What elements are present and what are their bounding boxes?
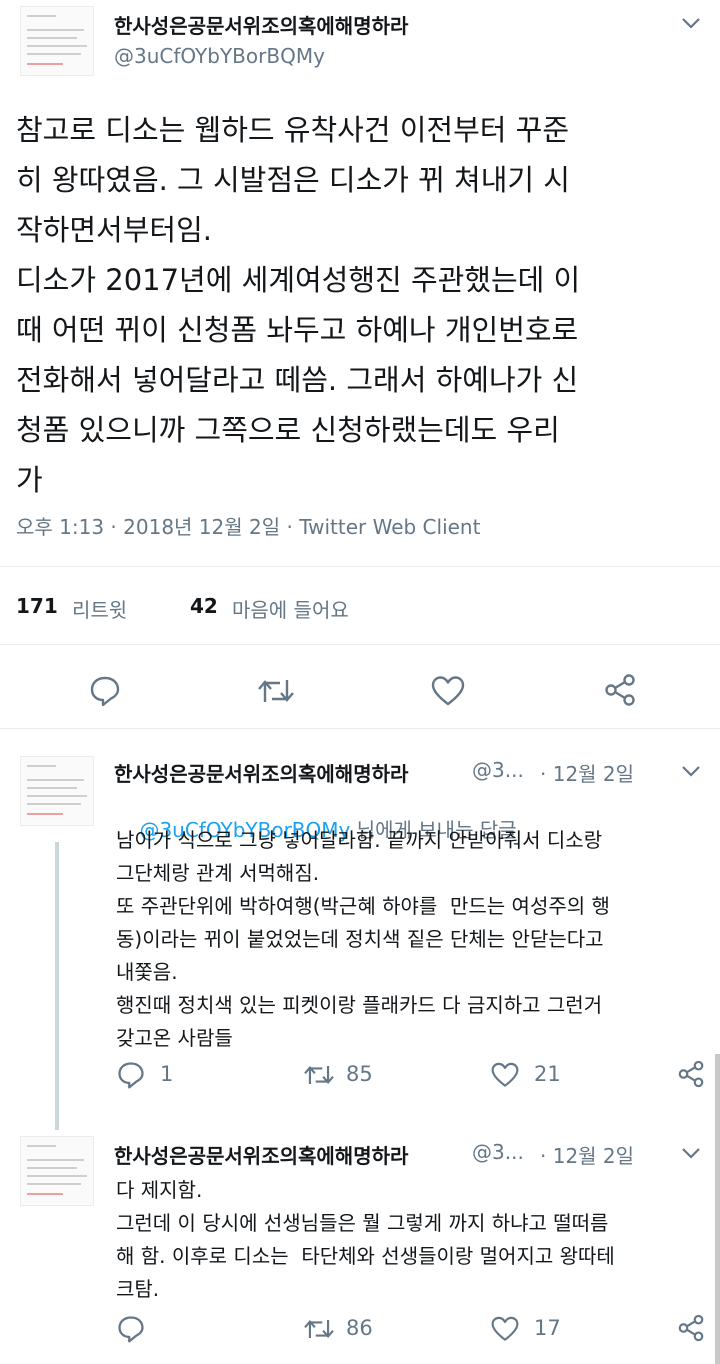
tweet-line: 때 어떤 뀌이 신청폼 놔두고 하예나 개인번호로 xyxy=(16,313,579,347)
divider xyxy=(0,728,720,729)
tweet-line: 작하면서부터임. xyxy=(16,213,212,247)
scrollbar[interactable] xyxy=(715,1054,720,1364)
avatar[interactable] xyxy=(20,756,94,826)
reply-count: 1 xyxy=(160,1062,174,1086)
tweet-line: 또 주관단위에 박하여행(박근혜 하야를 만드는 여성주의 행 xyxy=(116,894,610,918)
chevron-down-icon[interactable] xyxy=(680,16,702,30)
tweet-line: 히 왕따였음. 그 시발점은 디소가 뀌 쳐내기 시 xyxy=(16,163,570,197)
share-icon[interactable] xyxy=(676,1059,706,1089)
like-icon[interactable] xyxy=(490,1315,520,1343)
retweet-icon[interactable] xyxy=(256,674,296,708)
like-icon[interactable] xyxy=(430,674,466,708)
tweet-line: 동)이라는 뀌이 붙었었는데 정치색 짙은 단체는 안닫는다고 xyxy=(116,927,604,951)
tweet-line: 크탐. xyxy=(116,1277,160,1301)
author-name[interactable]: 한사성은공문서위조의혹에해명하라 xyxy=(114,10,408,39)
retweet-icon[interactable] xyxy=(302,1315,336,1343)
tweet-line: 청폼 있으니까 그쪽으로 신청하랬는데도 우리 xyxy=(16,413,560,447)
author-handle[interactable]: @3uCfOYbYBorBQMy xyxy=(114,44,325,68)
retweet-count: 85 xyxy=(346,1062,373,1086)
tweet-date[interactable]: · 12월 2일 xyxy=(540,1140,634,1169)
author-handle[interactable]: @3... xyxy=(472,1140,524,1164)
tweet-line: 참고로 디소는 웹하드 유착사건 이전부터 꾸준 xyxy=(16,113,570,147)
tweet-line: 그런데 이 당시에 선생님들은 뭘 그렇게 까지 하냐고 떨떠름 xyxy=(116,1211,609,1235)
tweet-line: 남이가 식으로 그냥 넣어달라함. 끝까지 안받아줘서 디소랑 xyxy=(116,828,603,852)
author-name[interactable]: 한사성은공문서위조의혹에해명하라 xyxy=(114,758,408,787)
share-icon[interactable] xyxy=(676,1313,706,1343)
tweet-date[interactable]: · 12월 2일 xyxy=(540,758,634,787)
tweet-line: 다 제지함. xyxy=(116,1178,203,1202)
tweet-line: 해 함. 이후로 디소는 타단체와 선생들이랑 멀어지고 왕따테 xyxy=(116,1244,615,1268)
tweet-line: 내쫓음. xyxy=(116,960,178,984)
like-label[interactable]: 마음에 들어요 xyxy=(232,594,349,623)
divider xyxy=(0,644,720,645)
author-handle[interactable]: @3... xyxy=(472,758,524,782)
like-count: 21 xyxy=(534,1062,561,1086)
like-count[interactable]: 42 xyxy=(190,594,218,618)
like-count: 17 xyxy=(534,1316,561,1340)
share-icon[interactable] xyxy=(602,672,638,708)
divider xyxy=(0,566,720,567)
tweet-line: 가 xyxy=(16,463,43,497)
tweet-line: 디소가 2017년에 세계여성행진 주관했는데 이 xyxy=(16,263,581,297)
retweet-icon[interactable] xyxy=(302,1061,336,1089)
avatar[interactable] xyxy=(20,1136,94,1206)
chevron-down-icon[interactable] xyxy=(680,764,702,778)
like-icon[interactable] xyxy=(490,1061,520,1089)
reply-icon[interactable] xyxy=(88,674,122,708)
reply-icon[interactable] xyxy=(116,1060,146,1090)
thread-line xyxy=(55,842,59,1130)
reply-icon[interactable] xyxy=(116,1314,146,1344)
avatar[interactable] xyxy=(20,6,94,76)
tweet-line: 그단체랑 관계 서먹해짐. xyxy=(116,861,320,885)
chevron-down-icon[interactable] xyxy=(680,1146,702,1160)
tweet-timestamp[interactable]: 오후 1:13 · 2018년 12월 2일 · Twitter Web Cli… xyxy=(16,511,480,540)
retweet-count[interactable]: 171 xyxy=(16,594,58,618)
tweet-line: 행진때 정치색 있는 피켓이랑 플래카드 다 금지하고 그런거 xyxy=(116,993,603,1017)
retweet-label[interactable]: 리트윗 xyxy=(72,594,127,623)
author-name[interactable]: 한사성은공문서위조의혹에해명하라 xyxy=(114,1140,408,1169)
retweet-count: 86 xyxy=(346,1316,373,1340)
tweet-line: 전화해서 넣어달라고 떼씀. 그래서 하예나가 신 xyxy=(16,363,579,397)
tweet-line: 갖고온 사람들 xyxy=(116,1026,233,1050)
